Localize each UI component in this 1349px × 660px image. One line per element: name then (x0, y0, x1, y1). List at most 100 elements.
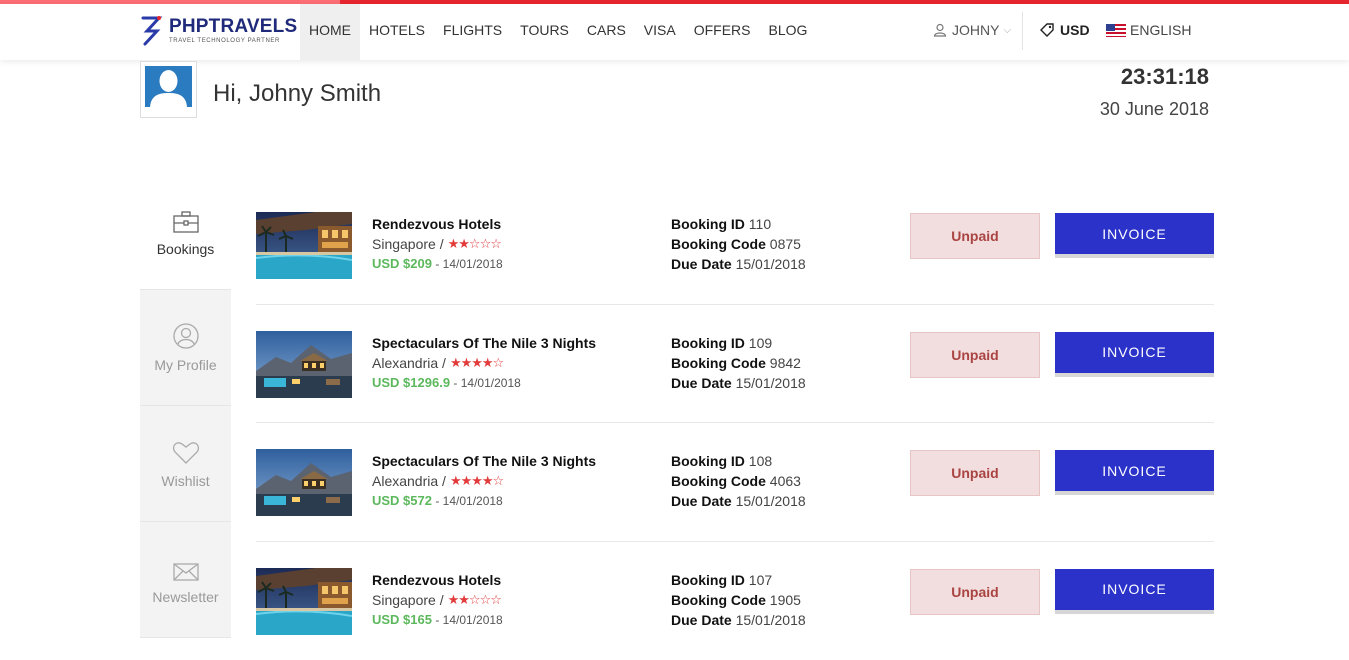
due-date: Due Date 15/01/2018 (671, 610, 806, 630)
star-rating-icon: ★★★★☆ (450, 353, 503, 373)
due-date: Due Date 15/01/2018 (671, 491, 806, 511)
sidebar-tab-bookings[interactable]: Bookings (140, 174, 231, 290)
booking-info: Rendezvous HotelsSingapore /★★☆☆☆USD $16… (372, 570, 503, 630)
bookings-list: Rendezvous HotelsSingapore /★★☆☆☆USD $20… (256, 186, 1214, 660)
invoice-button[interactable]: INVOICE (1055, 569, 1214, 614)
booking-id-label: Booking ID (671, 572, 745, 588)
due-date-value: 15/01/2018 (736, 256, 806, 272)
booking-thumbnail[interactable] (256, 449, 352, 516)
logo-icon (139, 15, 165, 47)
invoice-button[interactable]: INVOICE (1055, 332, 1214, 377)
booking-code-value: 1905 (770, 592, 801, 608)
booking-id: Booking ID 110 (671, 214, 806, 234)
booking-code: Booking Code 1905 (671, 590, 806, 610)
star-rating-icon: ★★★★☆ (450, 471, 503, 491)
user-menu[interactable]: JOHNY ⌵ (933, 4, 1011, 56)
brand-name: PHPTRAVELS (169, 17, 297, 37)
menu-item-offers[interactable]: OFFERS (685, 4, 760, 60)
booking-title[interactable]: Spectaculars Of The Nile 3 Nights (372, 333, 596, 353)
booking-code-label: Booking Code (671, 236, 766, 252)
language-label: ENGLISH (1130, 22, 1191, 38)
star-rating-icon: ★★☆☆☆ (448, 234, 501, 254)
currency-tag-icon (1040, 23, 1054, 37)
menu-item-visa[interactable]: VISA (635, 4, 685, 60)
booking-code-value: 9842 (770, 355, 801, 371)
booking-title[interactable]: Rendezvous Hotels (372, 214, 503, 234)
booking-date: - 14/01/2018 (435, 257, 502, 271)
booking-thumbnail[interactable] (256, 568, 352, 635)
booking-id-label: Booking ID (671, 335, 745, 351)
booking-id-value: 109 (749, 335, 772, 351)
booking-location-text: Singapore / (372, 234, 444, 254)
unpaid-status-badge: Unpaid (910, 569, 1040, 615)
site-logo[interactable]: PHPTRAVELS TRAVEL TECHNOLOGY PARTNER (139, 14, 297, 48)
booking-location-text: Singapore / (372, 590, 444, 610)
booking-title[interactable]: Rendezvous Hotels (372, 570, 503, 590)
currency-label: USD (1060, 22, 1090, 38)
booking-location: Alexandria /★★★★☆ (372, 471, 596, 491)
booking-id: Booking ID 109 (671, 333, 806, 353)
booking-date: - 14/01/2018 (453, 376, 520, 390)
chevron-down-icon: ⌵ (1003, 25, 1011, 36)
booking-id-label: Booking ID (671, 216, 745, 232)
sidebar-tab-wishlist[interactable]: Wishlist (140, 406, 231, 522)
briefcase-icon (173, 207, 199, 233)
nav-divider (1022, 12, 1023, 50)
invoice-button[interactable]: INVOICE (1055, 450, 1214, 495)
booking-info: Spectaculars Of The Nile 3 NightsAlexand… (372, 333, 596, 393)
booking-price-line: USD $165 - 14/01/2018 (372, 610, 503, 630)
greeting: Hi, Johny Smith (213, 80, 381, 108)
envelope-icon (173, 555, 199, 581)
currency-selector[interactable]: USD (1040, 4, 1090, 56)
user-avatar-icon (145, 66, 192, 107)
booking-location-text: Alexandria / (372, 353, 446, 373)
due-date-label: Due Date (671, 493, 732, 509)
booking-thumbnail[interactable] (256, 212, 352, 279)
sidebar-tab-label: Wishlist (161, 473, 209, 489)
booking-code-value: 4063 (770, 473, 801, 489)
user-circle-icon (173, 323, 199, 349)
account-sidebar: BookingsMy Profile Wishlist Newsletter (140, 174, 231, 638)
booking-row: Rendezvous HotelsSingapore /★★☆☆☆USD $16… (256, 542, 1214, 660)
clock: 23:31:18 (1121, 64, 1209, 90)
star-rating-icon: ★★☆☆☆ (448, 590, 501, 610)
sidebar-tab-my-profile[interactable]: My Profile (140, 290, 231, 406)
invoice-button[interactable]: INVOICE (1055, 213, 1214, 258)
language-selector[interactable]: ENGLISH (1106, 4, 1191, 56)
booking-location: Singapore /★★☆☆☆ (372, 590, 503, 610)
booking-date: - 14/01/2018 (435, 613, 502, 627)
unpaid-status-badge: Unpaid (910, 332, 1040, 378)
booking-location: Singapore /★★☆☆☆ (372, 234, 503, 254)
menu-item-flights[interactable]: FLIGHTS (434, 4, 511, 60)
menu-item-home[interactable]: HOME (300, 4, 360, 60)
user-icon (933, 23, 947, 37)
booking-id: Booking ID 108 (671, 451, 806, 471)
due-date-value: 15/01/2018 (736, 493, 806, 509)
due-date-value: 15/01/2018 (736, 375, 806, 391)
main-menu: HOMEHOTELSFLIGHTSTOURSCARSVISAOFFERSBLOG (300, 4, 816, 60)
booking-title[interactable]: Spectaculars Of The Nile 3 Nights (372, 451, 596, 471)
booking-row: Spectaculars Of The Nile 3 NightsAlexand… (256, 423, 1214, 542)
due-date-label: Due Date (671, 375, 732, 391)
booking-code: Booking Code 9842 (671, 353, 806, 373)
booking-id-value: 110 (749, 216, 771, 232)
menu-item-hotels[interactable]: HOTELS (360, 4, 434, 60)
menu-item-cars[interactable]: CARS (578, 4, 635, 60)
booking-code-label: Booking Code (671, 355, 766, 371)
heart-icon (172, 439, 200, 465)
booking-date: - 14/01/2018 (435, 494, 502, 508)
booking-price: USD $1296.9 (372, 375, 450, 390)
booking-meta: Booking ID 107Booking Code 1905Due Date … (671, 570, 806, 630)
brand-tagline: TRAVEL TECHNOLOGY PARTNER (169, 37, 297, 45)
menu-item-blog[interactable]: BLOG (759, 4, 816, 60)
booking-price-line: USD $209 - 14/01/2018 (372, 254, 503, 274)
sidebar-tab-newsletter[interactable]: Newsletter (140, 522, 231, 638)
booking-id-value: 108 (749, 453, 772, 469)
booking-price: USD $572 (372, 493, 432, 508)
booking-thumbnail[interactable] (256, 331, 352, 398)
menu-item-tours[interactable]: TOURS (511, 4, 578, 60)
booking-id: Booking ID 107 (671, 570, 806, 590)
booking-meta: Booking ID 109Booking Code 9842Due Date … (671, 333, 806, 393)
sidebar-tab-label: Newsletter (152, 589, 218, 605)
booking-price-line: USD $1296.9 - 14/01/2018 (372, 373, 596, 393)
